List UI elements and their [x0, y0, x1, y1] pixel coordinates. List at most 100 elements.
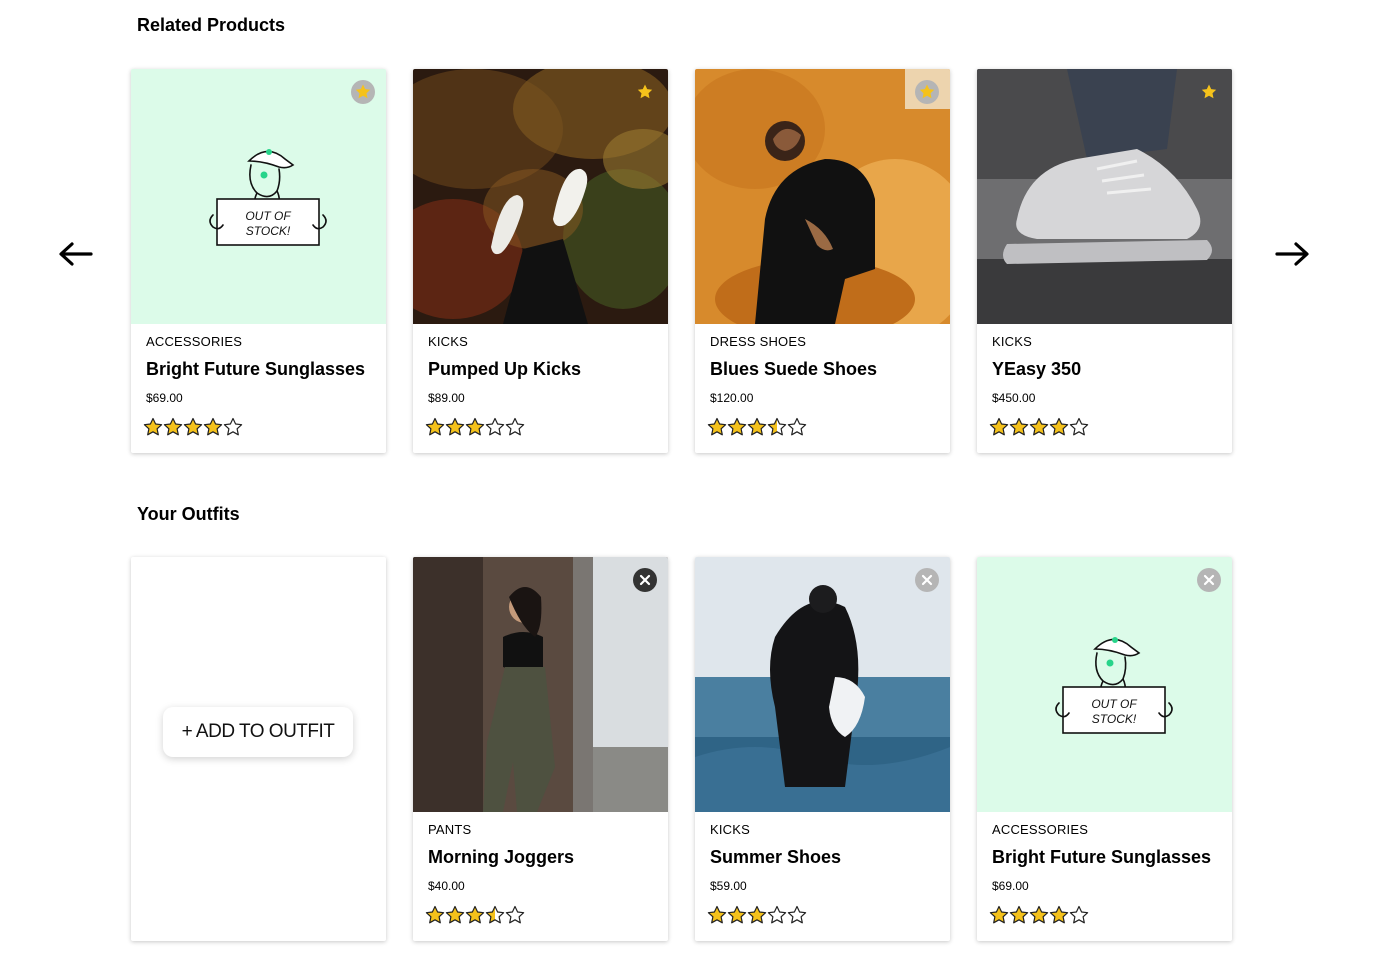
star-icon — [465, 905, 485, 924]
star-icon[interactable] — [915, 80, 939, 104]
product-price: $40.00 — [428, 879, 465, 893]
product-image — [695, 69, 950, 324]
photo-white-sneaker-closeup — [977, 69, 1232, 324]
star-icon — [787, 905, 807, 924]
star-icon — [445, 417, 465, 436]
outfit-product-card[interactable]: OUT OF STOCK! ACCESSORIES Bright Future … — [977, 557, 1232, 941]
placeholder-text-line1: OUT OF — [245, 209, 291, 223]
related-products-title: Related Products — [137, 15, 286, 35]
product-name: Morning Joggers — [428, 847, 575, 867]
star-icon — [505, 905, 525, 924]
star-icon — [1049, 417, 1069, 436]
product-category: PANTS — [428, 822, 472, 837]
product-price: $59.00 — [710, 879, 747, 893]
star-icon — [989, 905, 1009, 924]
product-category: ACCESSORIES — [992, 822, 1089, 837]
star-icon — [727, 905, 747, 924]
star-icon — [203, 417, 223, 436]
product-name: Blues Suede Shoes — [710, 359, 878, 379]
placeholder-text-line2: STOCK! — [246, 224, 291, 238]
star-icon — [143, 417, 163, 436]
product-image — [413, 69, 668, 324]
star-icon[interactable] — [351, 80, 375, 104]
star-icon — [505, 417, 525, 436]
star-icon — [1029, 417, 1049, 436]
out-of-stock-placeholder: OUT OF STOCK! — [131, 69, 386, 324]
star-icon — [1009, 905, 1029, 924]
star-rating — [425, 417, 525, 436]
outfit-product-card[interactable]: KICKS Summer Shoes $59.00 — [695, 557, 950, 941]
close-icon[interactable] — [915, 568, 939, 592]
star-rating — [143, 417, 243, 436]
related-product-card[interactable]: KICKS Pumped Up Kicks $89.00 — [413, 69, 668, 453]
placeholder-text-line1: OUT OF — [1091, 697, 1137, 711]
related-product-card[interactable]: DRESS SHOES Blues Suede Shoes $120.00 — [695, 69, 950, 453]
star-icon — [445, 905, 465, 924]
product-image: OUT OF STOCK! — [977, 557, 1232, 812]
close-icon[interactable] — [1197, 568, 1221, 592]
product-name: Bright Future Sunglasses — [146, 359, 366, 379]
star-rating — [707, 417, 807, 436]
star-icon — [183, 417, 203, 436]
arrow-right-icon[interactable] — [1272, 239, 1312, 269]
product-image — [413, 557, 668, 812]
star-icon[interactable] — [1197, 80, 1221, 104]
product-price: $450.00 — [992, 391, 1036, 405]
related-product-card[interactable]: OUT OF STOCK! ACCESSORIES Bright Future … — [131, 69, 386, 453]
star-icon — [989, 417, 1009, 436]
add-to-outfit-button[interactable]: + ADD TO OUTFIT — [163, 707, 353, 757]
outfit-product-card[interactable]: PANTS Morning Joggers $40.00 — [413, 557, 668, 941]
product-category: ACCESSORIES — [146, 334, 243, 349]
product-name: Summer Shoes — [710, 847, 842, 867]
star-icon — [163, 417, 183, 436]
out-of-stock-placeholder: OUT OF STOCK! — [977, 557, 1232, 812]
product-image — [695, 557, 950, 812]
star-icon — [223, 417, 243, 436]
your-outfits-title: Your Outfits — [137, 504, 240, 524]
product-name: Pumped Up Kicks — [428, 359, 582, 379]
star-icon — [485, 417, 505, 436]
related-product-card[interactable]: KICKS YEasy 350 $450.00 — [977, 69, 1232, 453]
arrow-left-icon[interactable] — [56, 239, 96, 269]
star-rating — [425, 905, 525, 924]
product-price: $89.00 — [428, 391, 465, 405]
photo-man-holding-shoes-in-sea — [695, 557, 950, 812]
star-icon — [1029, 905, 1049, 924]
star-icon — [707, 417, 727, 436]
star-icon — [727, 417, 747, 436]
photo-man-in-black-on-orange-fur — [695, 69, 950, 324]
star-icon — [425, 417, 445, 436]
product-price: $69.00 — [992, 879, 1029, 893]
star-icon — [485, 905, 505, 924]
star-icon — [767, 905, 787, 924]
star-icon — [1069, 417, 1089, 436]
star-rating — [989, 905, 1089, 924]
star-icon — [425, 905, 445, 924]
star-icon — [767, 417, 787, 436]
product-image: OUT OF STOCK! — [131, 69, 386, 324]
star-icon — [1069, 905, 1089, 924]
product-category: KICKS — [428, 334, 469, 349]
star-icon — [707, 905, 727, 924]
product-name: Bright Future Sunglasses — [992, 847, 1212, 867]
close-icon[interactable] — [633, 568, 657, 592]
star-icon — [747, 905, 767, 924]
star-icon — [1009, 417, 1029, 436]
product-price: $120.00 — [710, 391, 754, 405]
photo-woman-in-cargo-joggers — [413, 557, 668, 812]
star-icon — [747, 417, 767, 436]
product-category: KICKS — [992, 334, 1033, 349]
photo-sneakers-over-autumn-trees — [413, 69, 668, 324]
star-icon — [1049, 905, 1069, 924]
product-name: YEasy 350 — [992, 359, 1082, 379]
product-category: KICKS — [710, 822, 751, 837]
product-category: DRESS SHOES — [710, 334, 807, 349]
product-price: $69.00 — [146, 391, 183, 405]
star-rating — [989, 417, 1089, 436]
star-icon — [787, 417, 807, 436]
product-image — [977, 69, 1232, 324]
star-icon[interactable] — [633, 80, 657, 104]
star-icon — [465, 417, 485, 436]
add-outfit-card: + ADD TO OUTFIT — [131, 557, 386, 941]
star-rating — [707, 905, 807, 924]
